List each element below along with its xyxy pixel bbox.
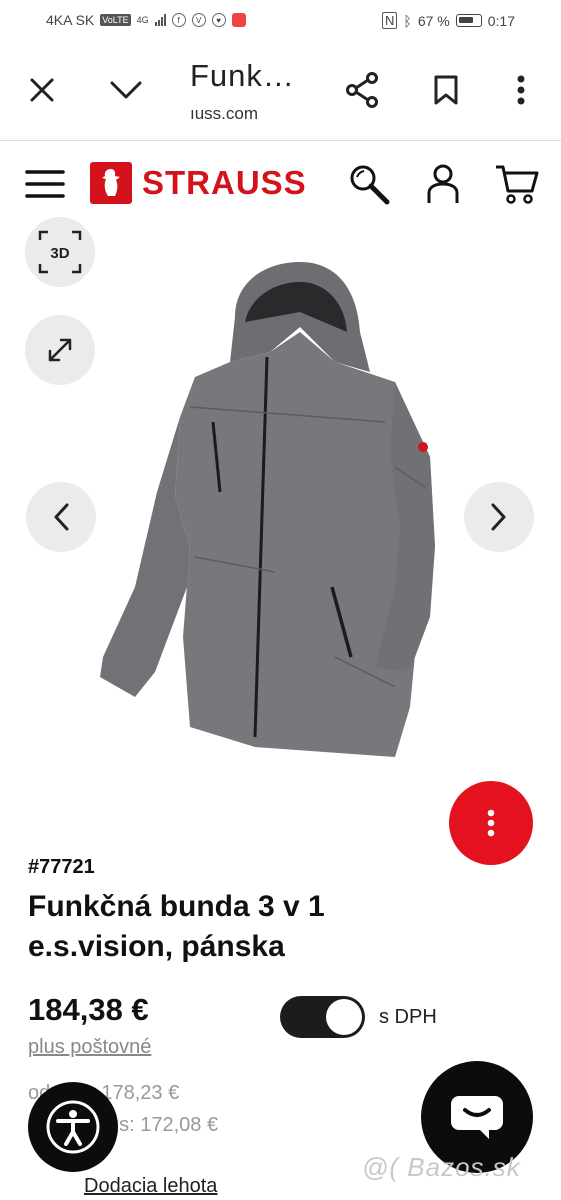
shipping-link[interactable]: plus poštovné xyxy=(28,1036,151,1059)
product-gallery: 3D xyxy=(0,217,561,865)
more-vertical-icon[interactable] xyxy=(503,72,539,108)
signal-icon xyxy=(154,14,166,26)
bluetooth-icon: ᛒ xyxy=(403,12,412,29)
browser-toolbar: Funk… ıuss.com xyxy=(0,42,561,141)
bookmark-icon[interactable] xyxy=(428,72,464,108)
app-heart-icon: ♥ xyxy=(211,13,226,27)
site-header: STRAUSS xyxy=(0,141,561,227)
app-red-icon xyxy=(231,13,246,27)
more-options-button[interactable] xyxy=(449,781,533,865)
page-title[interactable]: Funk… xyxy=(190,58,295,94)
share-icon[interactable] xyxy=(344,72,380,108)
brand-logo[interactable]: STRAUSS xyxy=(90,162,307,204)
messenger-icon: f xyxy=(171,13,186,27)
battery-icon xyxy=(455,14,482,27)
chevron-down-icon[interactable] xyxy=(108,72,144,108)
nfc-icon: N xyxy=(382,12,398,29)
product-info: #77721 Funkčná bunda 3 v 1 e.s.vision, p… xyxy=(28,856,548,967)
product-price: 184,38 € xyxy=(28,992,149,1027)
vat-toggle-label: s DPH xyxy=(379,1006,437,1028)
vw-icon: V xyxy=(191,13,206,27)
accessibility-icon xyxy=(46,1100,100,1154)
close-icon[interactable] xyxy=(24,72,60,108)
battery-percent: 67 % xyxy=(417,12,450,29)
delivery-time-link[interactable]: Dodacia lehota xyxy=(84,1175,217,1198)
product-title: Funkčná bunda 3 v 1 e.s.vision, pánska xyxy=(28,890,325,963)
status-right: N ᛒ 67 % 0:17 xyxy=(382,12,515,29)
view-3d-label: 3D xyxy=(50,245,69,262)
brand-name: STRAUSS xyxy=(142,164,307,201)
user-icon[interactable] xyxy=(420,161,466,207)
chevron-right-icon[interactable] xyxy=(464,482,534,552)
chevron-left-icon[interactable] xyxy=(26,482,96,552)
accessibility-button[interactable] xyxy=(28,1082,118,1172)
vat-toggle[interactable] xyxy=(280,996,365,1038)
cart-icon[interactable] xyxy=(494,161,540,207)
network-type: 4G xyxy=(136,15,149,25)
volte-badge: VoLTE xyxy=(100,14,131,26)
strauss-bird-icon xyxy=(90,162,132,204)
tier-price-2: us: 172,08 € xyxy=(108,1114,219,1136)
menu-icon[interactable] xyxy=(22,161,68,207)
clock: 0:17 xyxy=(487,12,515,29)
more-vertical-icon xyxy=(487,809,495,837)
toggle-knob xyxy=(326,999,362,1035)
search-icon[interactable] xyxy=(346,161,392,207)
page-url[interactable]: ıuss.com xyxy=(190,104,258,124)
chat-icon xyxy=(451,1096,503,1139)
status-left: 4KA SK VoLTE 4G f V ♥ xyxy=(46,12,246,28)
view-3d-button[interactable]: 3D xyxy=(25,217,95,287)
status-bar: 4KA SK VoLTE 4G f V ♥ N ᛒ 67 % 0:17 xyxy=(0,0,561,42)
carrier-name: 4KA SK xyxy=(46,12,95,28)
expand-icon[interactable] xyxy=(25,315,95,385)
product-image[interactable] xyxy=(95,257,440,757)
watermark: @( Bazos.sk xyxy=(362,1152,521,1182)
product-sku: #77721 xyxy=(28,856,95,878)
